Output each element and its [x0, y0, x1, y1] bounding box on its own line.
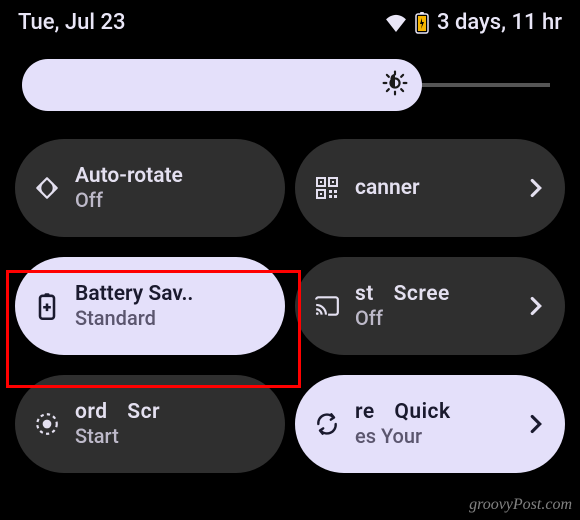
chevron-right-icon[interactable]: [525, 414, 547, 434]
watermark: groovyPost.com: [469, 496, 572, 514]
tile-quick-share[interactable]: re Quick es Your: [295, 375, 565, 473]
cast-icon: [313, 295, 341, 317]
battery-saver-icon: [33, 292, 61, 320]
tile-scanner[interactable]: canner: [295, 139, 565, 237]
qr-icon: [313, 176, 341, 200]
tile-title: re Quick: [355, 400, 511, 424]
status-bar: Tue, Jul 23 3 days, 11 hr: [0, 0, 580, 41]
quick-share-icon: [313, 411, 341, 437]
status-right: 3 days, 11 hr: [385, 10, 562, 35]
tile-subtitle: Start: [75, 424, 267, 448]
tile-title: ord Scr: [75, 400, 267, 424]
tile-title: Battery Sav..: [75, 282, 267, 306]
brightness-row: [0, 41, 580, 121]
wifi-icon: [385, 14, 407, 32]
status-date: Tue, Jul 23: [18, 10, 125, 35]
brightness-icon: [382, 70, 408, 100]
record-icon: [33, 411, 61, 437]
battery-icon: [415, 12, 429, 34]
tile-record-screen[interactable]: ord Scr Start: [15, 375, 285, 473]
tile-cast-screen[interactable]: st Scree Off: [295, 257, 565, 355]
tile-subtitle: es Your: [355, 424, 511, 448]
tile-subtitle: Off: [355, 306, 511, 330]
chevron-right-icon[interactable]: [525, 178, 547, 198]
tile-title: st Scree: [355, 282, 511, 306]
tile-subtitle: Off: [75, 188, 267, 212]
brightness-slider[interactable]: [22, 59, 482, 111]
chevron-right-icon[interactable]: [525, 296, 547, 316]
tile-title: canner: [355, 176, 511, 200]
battery-estimate: 3 days, 11 hr: [437, 10, 562, 35]
tile-auto-rotate[interactable]: Auto-rotate Off: [15, 139, 285, 237]
quick-settings-grid: Auto-rotate Off canner: [0, 121, 580, 473]
tile-subtitle: Standard: [75, 306, 267, 330]
auto-rotate-icon: [33, 175, 61, 201]
tile-title: Auto-rotate: [75, 164, 267, 188]
tile-battery-saver[interactable]: Battery Sav.. Standard: [15, 257, 285, 355]
